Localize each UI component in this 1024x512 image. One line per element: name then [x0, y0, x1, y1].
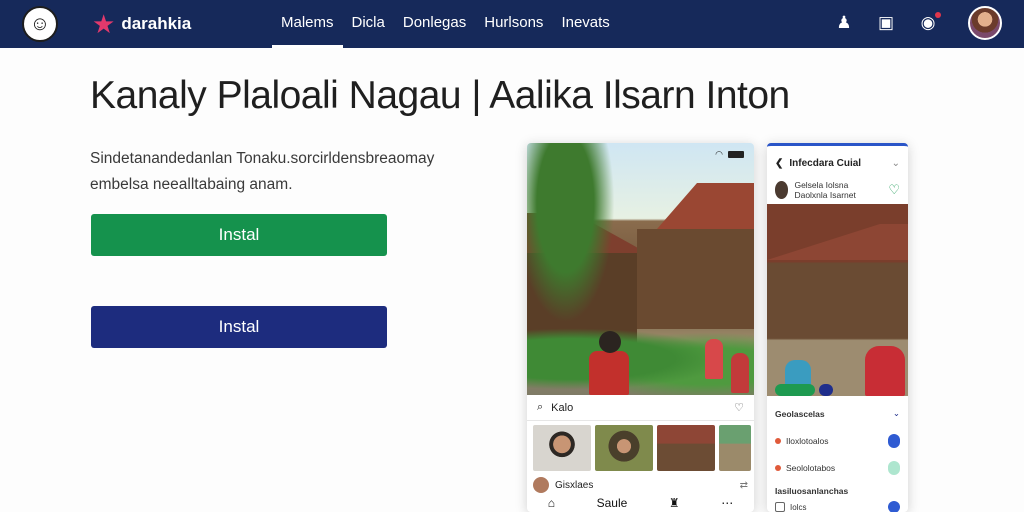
star-logo-icon: ★: [92, 9, 116, 39]
thumbnail[interactable]: [595, 425, 653, 471]
list-item-label: Iloxlotoalos: [786, 435, 829, 446]
phone2-section-label: Geolascelas: [775, 408, 825, 419]
phone2-user-label: Gelsela Iolsna Daolxnla Isarnet: [794, 180, 856, 200]
nav-link-inevats[interactable]: Inevats: [552, 0, 618, 48]
share-icon[interactable]: ⇄: [740, 480, 748, 491]
roof-shape: [657, 183, 754, 229]
chevron-down-icon[interactable]: ⌄: [893, 408, 900, 419]
roof-shape: [767, 224, 908, 260]
page-subtitle: Sindetanandedanlan Tonaku.sorcirldensbre…: [90, 150, 435, 193]
more-icon[interactable]: ⋯: [721, 496, 733, 512]
nav-icons: ♟ ▣ ◉: [834, 12, 941, 34]
palm-tree: [527, 143, 623, 343]
phone2-user-row[interactable]: Gelsela Iolsna Daolxnla Isarnet ♡: [767, 178, 908, 202]
avatar: [533, 477, 549, 493]
avatar: [775, 181, 789, 199]
tag-chip[interactable]: [819, 384, 833, 396]
house-wall: [637, 229, 754, 329]
nav-links: Malems Dicla Donlegas Hurlsons Inevats: [272, 0, 619, 48]
heart-icon[interactable]: ♡: [734, 401, 744, 414]
nav-link-malems[interactable]: Malems: [272, 0, 343, 48]
avatar[interactable]: [968, 6, 1002, 40]
phone-mockup-main: ◠ ⌕ Kalo ♡ Gisxlaes ⇄ ⌂ Saule ♜ ⋯: [527, 143, 754, 512]
phone2-section-row[interactable]: Geolascelas ⌄: [767, 400, 908, 427]
bottom-nav-label[interactable]: Saule: [597, 496, 628, 512]
list-item-label: Seololotabos: [786, 462, 836, 473]
bottom-nav: ⌂ Saule ♜ ⋯: [527, 496, 754, 512]
install-button-secondary[interactable]: Instal: [91, 306, 387, 348]
chat-icon[interactable]: ◉: [918, 12, 941, 34]
person-figure: [589, 331, 629, 395]
toggle-pill[interactable]: [888, 460, 900, 475]
phone2-bottom-label: Iolcs: [790, 502, 807, 512]
battery-icon: [728, 150, 744, 158]
page: ☺ ★ darahkia Malems Dicla Donlegas Hurls…: [0, 0, 1024, 512]
phone2-header-title: Infecdara Cuial: [789, 157, 862, 169]
install-button-primary[interactable]: Instal: [91, 214, 387, 256]
action-pill[interactable]: [888, 501, 900, 512]
photo-tags: [775, 384, 833, 396]
phone2-list: Geolascelas ⌄ Iloxlotoalos Seololotabos: [767, 400, 908, 481]
nav-link-hurlsons[interactable]: Hurlsons: [475, 0, 552, 48]
phone2-bottom: Iasiluosanlanchas Iolcs: [767, 482, 908, 512]
top-nav: ☺ ★ darahkia Malems Dicla Donlegas Hurls…: [0, 0, 1024, 48]
village-photo: [527, 143, 754, 395]
bookmark-icon[interactable]: ▣: [876, 12, 896, 34]
page-title: Kanaly Plaloali Nagau | Aalika Ilsarn In…: [90, 74, 790, 117]
status-dot: [775, 464, 781, 471]
search-icon[interactable]: ⌕: [537, 401, 543, 414]
chevron-down-icon[interactable]: ⌄: [892, 158, 900, 169]
search-text: Kalo: [551, 401, 574, 414]
wifi-icon: ◠: [715, 148, 723, 159]
thumbnail[interactable]: [533, 425, 591, 471]
tag-chip[interactable]: [775, 384, 815, 396]
thumbnail[interactable]: [719, 425, 751, 471]
brand[interactable]: ★ darahkia: [92, 8, 191, 40]
status-dot: [775, 437, 781, 444]
heart-icon[interactable]: ♡: [888, 182, 900, 198]
person-figure: [865, 346, 905, 396]
user-row-label: Gisxlaes: [555, 479, 594, 491]
thumbnail-strip: [533, 425, 754, 471]
user-icon[interactable]: ♟: [834, 12, 854, 34]
logo-icon[interactable]: ☺: [22, 6, 58, 42]
notification-dot: [935, 12, 941, 18]
list-item[interactable]: Seololotabos: [767, 454, 908, 481]
person-figure: [705, 339, 723, 379]
user-row[interactable]: Gisxlaes ⇄: [533, 475, 748, 495]
person-figure: [731, 353, 749, 393]
thumbnail[interactable]: [657, 425, 715, 471]
phone2-header: ❮ Infecdara Cuial ⌄: [767, 150, 908, 176]
list-item[interactable]: Iloxlotoalos: [767, 427, 908, 454]
nav-link-dicla[interactable]: Dicla: [343, 0, 394, 48]
search-row[interactable]: ⌕ Kalo ♡: [527, 395, 754, 421]
phone2-bottom-row[interactable]: Iolcs: [775, 501, 900, 512]
village-photo: [767, 204, 908, 396]
back-icon[interactable]: ❮: [775, 158, 783, 169]
brand-name: darahkia: [121, 14, 192, 33]
checkbox[interactable]: [775, 502, 785, 512]
phone2-bottom-title: Iasiluosanlanchas: [775, 486, 849, 496]
home-icon[interactable]: ⌂: [548, 496, 555, 512]
run-icon[interactable]: ♜: [669, 496, 680, 512]
status-bar: ◠: [527, 143, 754, 165]
nav-link-donlegas[interactable]: Donlegas: [394, 0, 475, 48]
toggle-pill[interactable]: [888, 433, 900, 448]
phone-mockup-side: ❮ Infecdara Cuial ⌄ Gelsela Iolsna Daolx…: [767, 143, 908, 512]
